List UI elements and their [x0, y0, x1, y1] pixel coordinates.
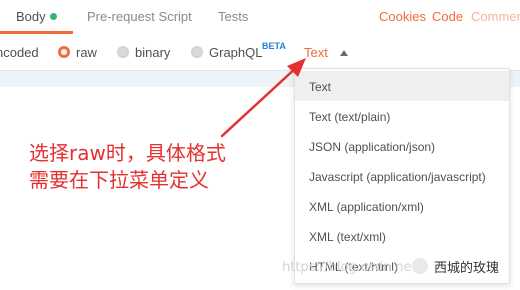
graphql-option-label[interactable]: GraphQL — [209, 45, 262, 60]
code-link[interactable]: Code — [432, 9, 463, 24]
dropdown-item-label: JSON (application/json) — [309, 140, 436, 154]
caret-up-icon[interactable] — [340, 50, 348, 56]
wechat-icon — [412, 258, 428, 274]
tab-tests[interactable]: Tests — [218, 9, 248, 24]
beta-badge: BETA — [262, 41, 286, 51]
watermark-account-name: 西城的玫瑰 — [434, 261, 500, 276]
dropdown-item-javascript[interactable]: Javascript (application/javascript) — [295, 161, 509, 191]
raw-option-label[interactable]: raw — [76, 45, 97, 60]
dropdown-item-xml-application[interactable]: XML (application/xml) — [295, 191, 509, 221]
binary-radio[interactable] — [117, 46, 129, 58]
dropdown-item-xml-text[interactable]: XML (text/xml) — [295, 221, 509, 251]
dropdown-item-label: Text (text/plain) — [309, 110, 391, 124]
dropdown-item-text[interactable]: Text — [295, 71, 509, 101]
watermark-url: https://blog.csdn.net — [282, 260, 417, 275]
body-mode-row: ncoded raw binary GraphQL BETA Text — [0, 34, 520, 70]
annotation-line: 选择raw时，具体格式 — [29, 141, 226, 165]
dropdown-item-label: Text — [309, 80, 332, 94]
cookies-link[interactable]: Cookies — [379, 9, 426, 24]
dropdown-item-label: XML (text/xml) — [309, 230, 386, 244]
tab-pre-request-script[interactable]: Pre-request Script — [87, 9, 192, 24]
comments-link[interactable]: Commen — [471, 9, 520, 24]
dropdown-item-label: XML (application/xml) — [309, 200, 424, 214]
dropdown-item-json[interactable]: JSON (application/json) — [295, 131, 509, 161]
annotation-line: 需要在下拉菜单定义 — [29, 168, 209, 192]
urlencoded-option-label[interactable]: ncoded — [0, 45, 39, 60]
dropdown-item-text-plain[interactable]: Text (text/plain) — [295, 101, 509, 131]
raw-type-select[interactable]: Text — [304, 45, 328, 60]
binary-option-label[interactable]: binary — [135, 45, 170, 60]
graphql-radio[interactable] — [191, 46, 203, 58]
dropdown-item-label: Javascript (application/javascript) — [309, 170, 486, 184]
request-tabs-bar: Body Pre-request Script Tests Cookies Co… — [0, 0, 520, 35]
watermark-badge: 西城的玫瑰 — [412, 256, 514, 278]
raw-type-dropdown-menu: Text Text (text/plain) JSON (application… — [294, 68, 510, 284]
raw-radio[interactable] — [58, 46, 70, 58]
tab-body[interactable]: Body — [16, 9, 46, 24]
annotation-text: 选择raw时，具体格式 需要在下拉菜单定义 — [29, 140, 226, 194]
body-status-dot — [50, 13, 57, 20]
